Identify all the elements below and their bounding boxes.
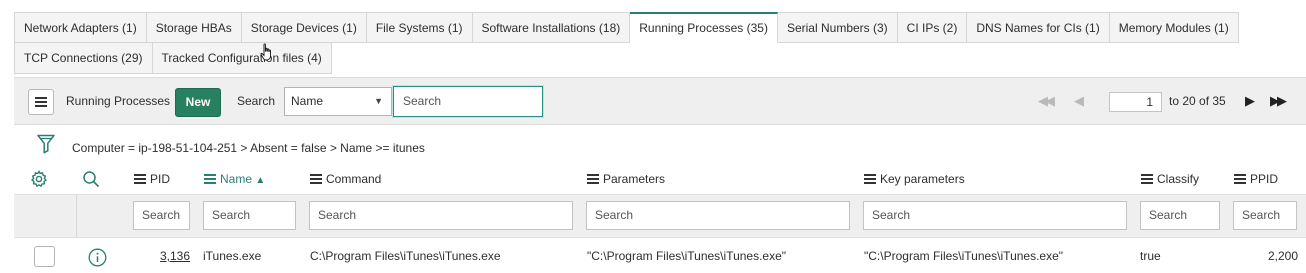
column-menu-icon[interactable]: [204, 177, 216, 180]
parameters-search-input[interactable]: Search: [586, 201, 850, 230]
column-header-classify[interactable]: Classify: [1141, 165, 1199, 193]
list-search-input[interactable]: Search: [393, 86, 543, 117]
key-parameters-search-input[interactable]: Search: [863, 201, 1127, 230]
column-menu-icon[interactable]: [1141, 177, 1153, 180]
tab-tracked-configuration-files[interactable]: Tracked Configuration files (4): [152, 43, 332, 74]
last-page-icon[interactable]: ▶▶: [1270, 93, 1287, 109]
cell-ppid: 2,200: [1267, 249, 1298, 263]
next-page-icon[interactable]: ▶: [1245, 93, 1255, 109]
classify-search-input[interactable]: Search: [1140, 201, 1220, 230]
ppid-search-input[interactable]: Search: [1233, 201, 1297, 230]
column-menu-icon[interactable]: [134, 177, 146, 180]
cell-pid[interactable]: 3,136: [150, 249, 190, 263]
column-header-pid[interactable]: PID: [134, 165, 170, 193]
tab-dns-names[interactable]: DNS Names for CIs (1): [967, 12, 1110, 43]
list-title: Running Processes: [66, 94, 171, 108]
tab-row-2: TCP Connections (29) Tracked Configurati…: [14, 43, 332, 74]
pid-search-input[interactable]: Search: [133, 201, 190, 230]
tab-running-processes[interactable]: Running Processes (35): [630, 12, 778, 43]
column-menu-icon[interactable]: [1234, 177, 1246, 180]
column-menu-icon[interactable]: [587, 177, 599, 180]
column-menu-icon[interactable]: [864, 177, 876, 180]
search-field-select[interactable]: Name ▼: [284, 87, 392, 116]
cell-key-parameters: "C:\Program Files\iTunes\iTunes.exe": [864, 249, 1064, 263]
gear-icon[interactable]: [30, 170, 48, 188]
list-toolbar: Running Processes New Search Name ▼ Sear…: [14, 77, 1306, 125]
column-header-name[interactable]: Name ▲: [204, 165, 265, 193]
tab-row-1: Network Adapters (1) Storage HBAs Storag…: [14, 12, 1239, 43]
column-label: PID: [150, 172, 171, 186]
sort-ascending-icon: ▲: [255, 175, 266, 186]
hand-cursor-icon: [260, 43, 271, 61]
hamburger-icon: [35, 101, 47, 103]
page-number-input[interactable]: 1: [1109, 92, 1162, 112]
tab-network-adapters[interactable]: Network Adapters (1): [14, 12, 147, 43]
filter-breadcrumb[interactable]: Computer = ip-198-51-104-251 > Absent = …: [72, 141, 425, 155]
new-button[interactable]: New: [175, 88, 221, 117]
tab-serial-numbers[interactable]: Serial Numbers (3): [777, 12, 898, 43]
tab-ci-ips[interactable]: CI IPs (2): [897, 12, 968, 43]
previous-page-icon[interactable]: ◀: [1074, 93, 1084, 109]
search-label: Search: [237, 94, 276, 108]
tab-storage-devices[interactable]: Storage Devices (1): [241, 12, 367, 43]
info-circle-icon[interactable]: [88, 248, 107, 267]
column-label: Key parameters: [880, 172, 965, 186]
tab-software-installations[interactable]: Software Installations (18): [472, 12, 631, 43]
column-header-key-parameters[interactable]: Key parameters: [864, 165, 965, 193]
column-header-ppid[interactable]: PPID: [1234, 165, 1278, 193]
name-search-input[interactable]: Search: [203, 201, 296, 230]
column-divider: [76, 195, 77, 237]
cell-name: iTunes.exe: [203, 249, 262, 263]
page-range-text: to 20 of 35: [1169, 94, 1226, 108]
magnifier-icon[interactable]: [82, 170, 100, 188]
column-menu-icon[interactable]: [310, 177, 322, 180]
tab-file-systems[interactable]: File Systems (1): [366, 12, 473, 43]
column-header-parameters[interactable]: Parameters: [587, 165, 665, 193]
cell-classify: true: [1140, 249, 1161, 263]
command-search-input[interactable]: Search: [309, 201, 573, 230]
column-label: Name: [220, 172, 253, 186]
tab-tcp-connections[interactable]: TCP Connections (29): [14, 43, 153, 74]
column-header-command[interactable]: Command: [310, 165, 381, 193]
cell-command: C:\Program Files\iTunes\iTunes.exe: [310, 249, 501, 263]
caret-down-icon: ▼: [374, 96, 383, 106]
related-list-tabs: Network Adapters (1) Storage HBAs Storag…: [14, 12, 1306, 74]
first-page-icon[interactable]: ◀◀: [1038, 93, 1055, 109]
row-select-checkbox[interactable]: [34, 246, 55, 267]
column-label: PPID: [1250, 172, 1279, 186]
column-label: Classify: [1157, 172, 1200, 186]
tab-storage-hbas[interactable]: Storage HBAs: [146, 12, 242, 43]
column-label: Command: [326, 172, 382, 186]
search-field-value: Name: [291, 94, 324, 108]
cell-parameters: "C:\Program Files\iTunes\iTunes.exe": [587, 249, 787, 263]
funnel-icon[interactable]: [37, 134, 55, 154]
list-menu-button[interactable]: [28, 89, 54, 115]
tab-memory-modules[interactable]: Memory Modules (1): [1109, 12, 1239, 43]
column-label: Parameters: [603, 172, 666, 186]
